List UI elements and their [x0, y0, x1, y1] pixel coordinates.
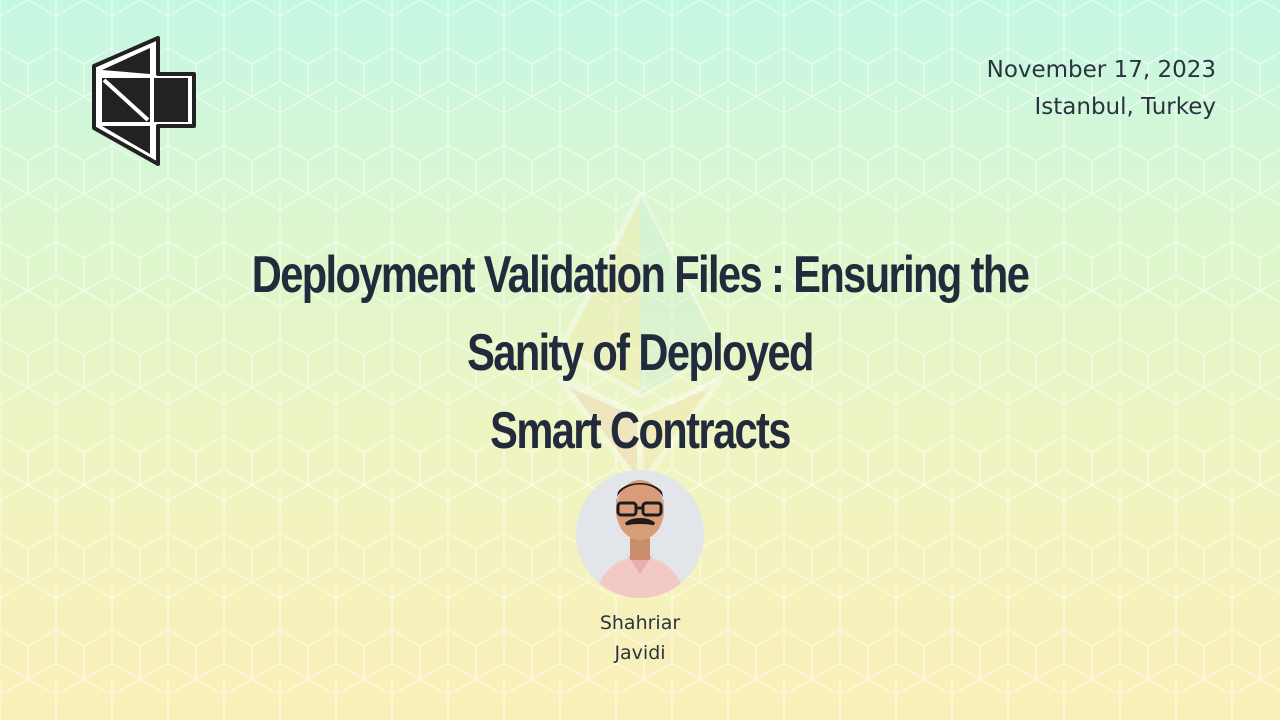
event-date: November 17, 2023	[986, 57, 1216, 83]
event-location: Istanbul, Turkey	[1034, 94, 1217, 120]
speaker-last-name: Javidi	[614, 642, 666, 664]
event-meta: November 17, 2023 Istanbul, Turkey	[987, 52, 1216, 126]
talk-title-line-2: Smart Contracts	[490, 402, 791, 460]
speaker-first-name: Shahriar	[599, 612, 681, 634]
speaker-avatar	[576, 470, 704, 598]
talk-title-line-1: Deployment Validation Files : Ensuring t…	[251, 246, 1030, 382]
speaker-name: Shahriar Javidi	[540, 608, 740, 668]
talk-title: Deployment Validation Files : Ensuring t…	[192, 236, 1088, 470]
speaker-photo	[576, 470, 704, 598]
devcon-cube-logo	[92, 36, 196, 166]
